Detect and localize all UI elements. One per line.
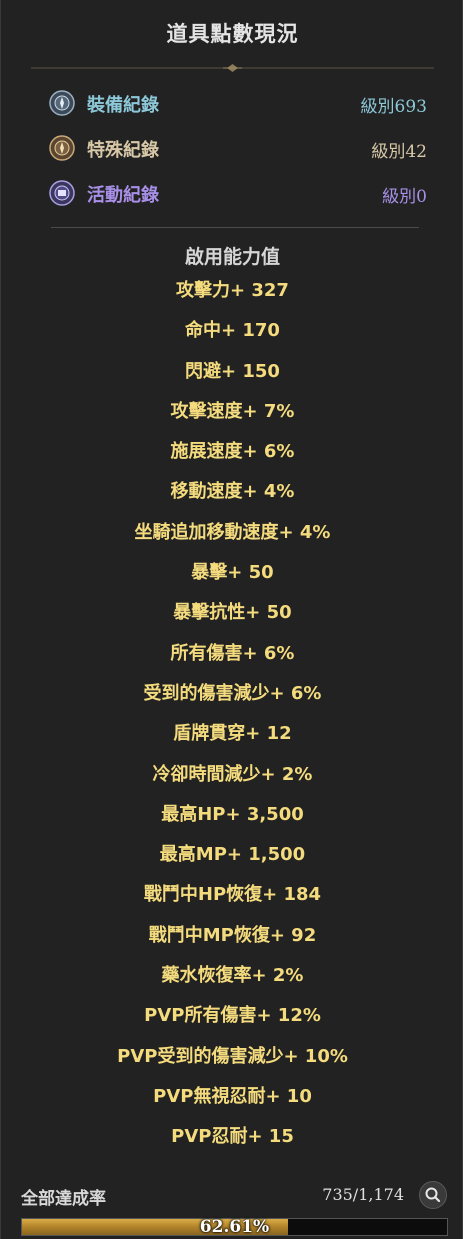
- stat-item: 最高MP+ 1,500: [159, 844, 306, 866]
- record-row-event[interactable]: 活動紀錄 級別0: [49, 179, 427, 209]
- record-name: 特殊紀錄: [87, 140, 159, 161]
- ability-stat-list: 攻擊力+ 327 命中+ 170 閃避+ 150 攻擊速度+ 7% 施展速度+ …: [1, 276, 463, 1163]
- equipment-record-icon: [49, 90, 75, 116]
- stat-item: 最高HP+ 3,500: [161, 803, 304, 825]
- special-record-icon: [49, 135, 75, 161]
- stat-item: 戰鬥中MP恢復+ 92: [148, 924, 317, 946]
- stat-item: 受到的傷害減少+ 6%: [143, 682, 322, 704]
- record-level: 級別693: [360, 97, 427, 117]
- stat-item: 移動速度+ 4%: [170, 481, 295, 503]
- search-button[interactable]: [419, 1181, 447, 1209]
- stat-item: 暴擊抗性+ 50: [173, 602, 292, 624]
- stat-item: 施展速度+ 6%: [170, 441, 295, 463]
- search-icon: [425, 1187, 441, 1203]
- completion-progress-bar: 62.61%: [21, 1217, 448, 1237]
- total-completion-label: 全部達成率: [21, 1189, 106, 1209]
- stat-item: 戰鬥中HP恢復+ 184: [143, 884, 322, 906]
- record-row-equipment[interactable]: 裝備紀錄 級別693: [49, 89, 427, 119]
- stat-item: 暴擊+ 50: [191, 562, 274, 584]
- abilities-title: 啟用能力值: [184, 246, 280, 268]
- stat-item: PVP忍耐+ 15: [171, 1126, 294, 1148]
- stat-item: 命中+ 170: [185, 320, 280, 342]
- stat-item: PVP受到的傷害減少+ 10%: [117, 1045, 348, 1067]
- record-name: 裝備紀錄: [87, 95, 159, 116]
- progress-percent: 62.61%: [199, 1217, 270, 1237]
- section-divider: [51, 227, 419, 228]
- stat-item: 閃避+ 150: [185, 360, 280, 382]
- stat-item: 攻擊速度+ 7%: [170, 400, 295, 422]
- stat-item: PVP無視忍耐+ 10: [153, 1085, 312, 1107]
- stat-item: 冷卻時間減少+ 2%: [152, 763, 313, 785]
- record-name: 活動紀錄: [87, 185, 159, 206]
- event-record-icon: [49, 180, 75, 206]
- record-row-special[interactable]: 特殊紀錄 級別42: [49, 134, 427, 164]
- record-level: 級別0: [382, 187, 427, 207]
- stat-item: 攻擊力+ 327: [176, 280, 289, 301]
- record-level: 級別42: [371, 142, 427, 162]
- total-completion-count: 735/1,174: [322, 1185, 404, 1204]
- stat-item: 藥水恢復率+ 2%: [161, 965, 304, 987]
- stat-item: 所有傷害+ 6%: [170, 642, 295, 664]
- panel-title: 道具點數現況: [166, 22, 299, 46]
- stat-item: 盾牌貫穿+ 12: [173, 723, 292, 745]
- stat-item: PVP所有傷害+ 12%: [144, 1005, 321, 1027]
- item-points-panel: 道具點數現況 裝備紀錄 級別693 特殊紀錄 級別42 活動紀錄 級別0 啟用能…: [0, 0, 463, 1239]
- stat-item: 坐騎追加移動速度+ 4%: [134, 521, 331, 543]
- title-ornament: [31, 64, 434, 72]
